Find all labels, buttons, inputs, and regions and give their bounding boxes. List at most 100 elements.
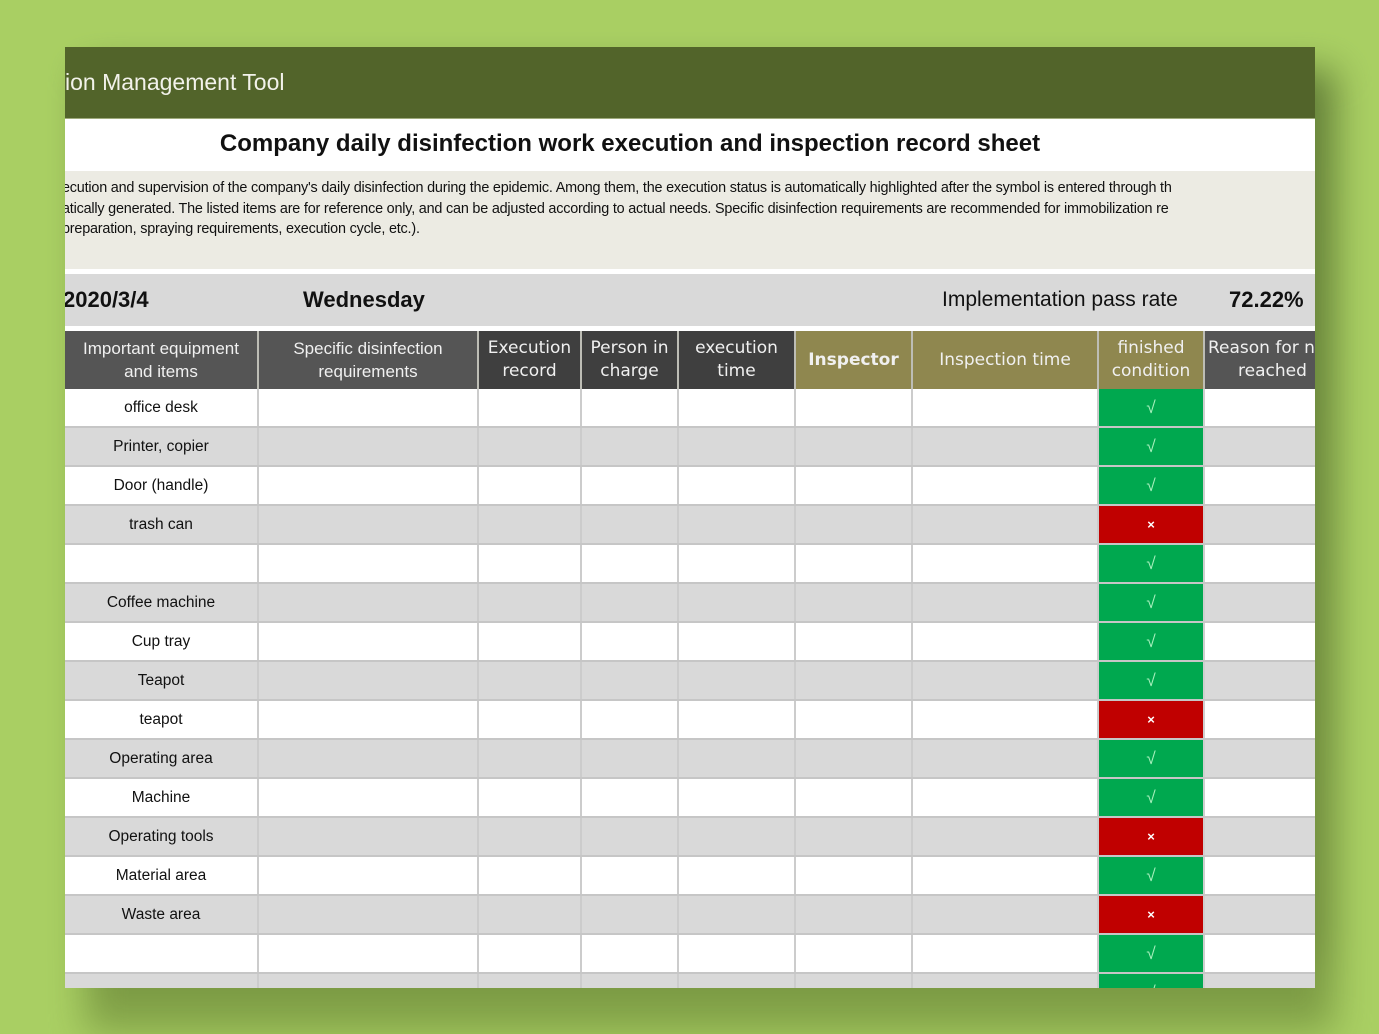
execution-record-cell[interactable]: [478, 700, 582, 740]
person-in-charge-cell[interactable]: [581, 856, 679, 896]
execution-record-cell[interactable]: [478, 856, 582, 896]
inspector-cell[interactable]: [795, 622, 913, 662]
item-cell[interactable]: Operating area: [65, 739, 259, 779]
status-pass-cell[interactable]: √: [1098, 739, 1205, 779]
status-fail-cell[interactable]: ×: [1098, 817, 1205, 857]
requirements-cell[interactable]: [258, 934, 479, 974]
inspection-time-cell[interactable]: [912, 973, 1099, 988]
inspection-time-cell[interactable]: [912, 934, 1099, 974]
status-pass-cell[interactable]: √: [1098, 856, 1205, 896]
execution-time-cell[interactable]: [678, 739, 796, 779]
execution-record-cell[interactable]: [478, 427, 582, 467]
person-in-charge-cell[interactable]: [581, 817, 679, 857]
person-in-charge-cell[interactable]: [581, 583, 679, 623]
column-header-inspection-time[interactable]: Inspection time: [912, 331, 1099, 389]
inspector-cell[interactable]: [795, 817, 913, 857]
person-in-charge-cell[interactable]: [581, 700, 679, 740]
status-pass-cell[interactable]: √: [1098, 466, 1205, 506]
execution-time-cell[interactable]: [678, 895, 796, 935]
status-fail-cell[interactable]: ×: [1098, 700, 1205, 740]
column-header-execution-record[interactable]: Execution record: [478, 331, 582, 389]
status-pass-cell[interactable]: √: [1098, 778, 1205, 818]
date-cell[interactable]: 2020/3/4: [65, 274, 149, 326]
inspection-time-cell[interactable]: [912, 895, 1099, 935]
column-header-requirements[interactable]: Specific disinfection requirements: [258, 331, 479, 389]
reason-cell[interactable]: [1204, 661, 1315, 701]
inspection-time-cell[interactable]: [912, 856, 1099, 896]
inspector-cell[interactable]: [795, 544, 913, 584]
execution-time-cell[interactable]: [678, 544, 796, 584]
status-pass-cell[interactable]: √: [1098, 934, 1205, 974]
inspection-time-cell[interactable]: [912, 544, 1099, 584]
inspection-time-cell[interactable]: [912, 817, 1099, 857]
inspector-cell[interactable]: [795, 895, 913, 935]
inspector-cell[interactable]: [795, 427, 913, 467]
inspector-cell[interactable]: [795, 466, 913, 506]
inspection-time-cell[interactable]: [912, 389, 1099, 428]
inspection-time-cell[interactable]: [912, 505, 1099, 545]
execution-time-cell[interactable]: [678, 583, 796, 623]
status-pass-cell[interactable]: √: [1098, 427, 1205, 467]
execution-time-cell[interactable]: [678, 505, 796, 545]
item-cell[interactable]: Material area: [65, 856, 259, 896]
execution-record-cell[interactable]: [478, 661, 582, 701]
item-cell[interactable]: Door (handle): [65, 466, 259, 506]
execution-record-cell[interactable]: [478, 466, 582, 506]
requirements-cell[interactable]: [258, 739, 479, 779]
item-cell[interactable]: Waste area: [65, 895, 259, 935]
execution-record-cell[interactable]: [478, 778, 582, 818]
reason-cell[interactable]: [1204, 544, 1315, 584]
reason-cell[interactable]: [1204, 895, 1315, 935]
execution-time-cell[interactable]: [678, 934, 796, 974]
reason-cell[interactable]: [1204, 427, 1315, 467]
reason-cell[interactable]: [1204, 700, 1315, 740]
inspector-cell[interactable]: [795, 505, 913, 545]
item-cell[interactable]: office desk: [65, 389, 259, 428]
reason-cell[interactable]: [1204, 505, 1315, 545]
execution-time-cell[interactable]: [678, 622, 796, 662]
execution-record-cell[interactable]: [478, 895, 582, 935]
inspection-time-cell[interactable]: [912, 739, 1099, 779]
inspector-cell[interactable]: [795, 856, 913, 896]
person-in-charge-cell[interactable]: [581, 505, 679, 545]
requirements-cell[interactable]: [258, 505, 479, 545]
inspector-cell[interactable]: [795, 661, 913, 701]
requirements-cell[interactable]: [258, 583, 479, 623]
item-cell[interactable]: [65, 544, 259, 584]
execution-time-cell[interactable]: [678, 817, 796, 857]
execution-record-cell[interactable]: [478, 544, 582, 584]
person-in-charge-cell[interactable]: [581, 934, 679, 974]
reason-cell[interactable]: [1204, 583, 1315, 623]
person-in-charge-cell[interactable]: [581, 622, 679, 662]
requirements-cell[interactable]: [258, 895, 479, 935]
execution-time-cell[interactable]: [678, 778, 796, 818]
item-cell[interactable]: Coffee machine: [65, 583, 259, 623]
person-in-charge-cell[interactable]: [581, 389, 679, 428]
column-header-person-in-charge[interactable]: Person in charge: [581, 331, 679, 389]
inspection-time-cell[interactable]: [912, 427, 1099, 467]
person-in-charge-cell[interactable]: [581, 544, 679, 584]
status-pass-cell[interactable]: √: [1098, 661, 1205, 701]
status-pass-cell[interactable]: √: [1098, 973, 1205, 988]
requirements-cell[interactable]: [258, 700, 479, 740]
execution-time-cell[interactable]: [678, 427, 796, 467]
inspection-time-cell[interactable]: [912, 700, 1099, 740]
execution-record-cell[interactable]: [478, 622, 582, 662]
execution-time-cell[interactable]: [678, 856, 796, 896]
execution-record-cell[interactable]: [478, 505, 582, 545]
inspector-cell[interactable]: [795, 389, 913, 428]
inspection-time-cell[interactable]: [912, 583, 1099, 623]
execution-record-cell[interactable]: [478, 817, 582, 857]
status-pass-cell[interactable]: √: [1098, 622, 1205, 662]
requirements-cell[interactable]: [258, 856, 479, 896]
reason-cell[interactable]: [1204, 973, 1315, 988]
requirements-cell[interactable]: [258, 817, 479, 857]
item-cell[interactable]: teapot: [65, 700, 259, 740]
execution-record-cell[interactable]: [478, 973, 582, 988]
item-cell[interactable]: trash can: [65, 505, 259, 545]
person-in-charge-cell[interactable]: [581, 661, 679, 701]
inspection-time-cell[interactable]: [912, 622, 1099, 662]
person-in-charge-cell[interactable]: [581, 466, 679, 506]
execution-time-cell[interactable]: [678, 973, 796, 988]
item-cell[interactable]: Printer, copier: [65, 427, 259, 467]
